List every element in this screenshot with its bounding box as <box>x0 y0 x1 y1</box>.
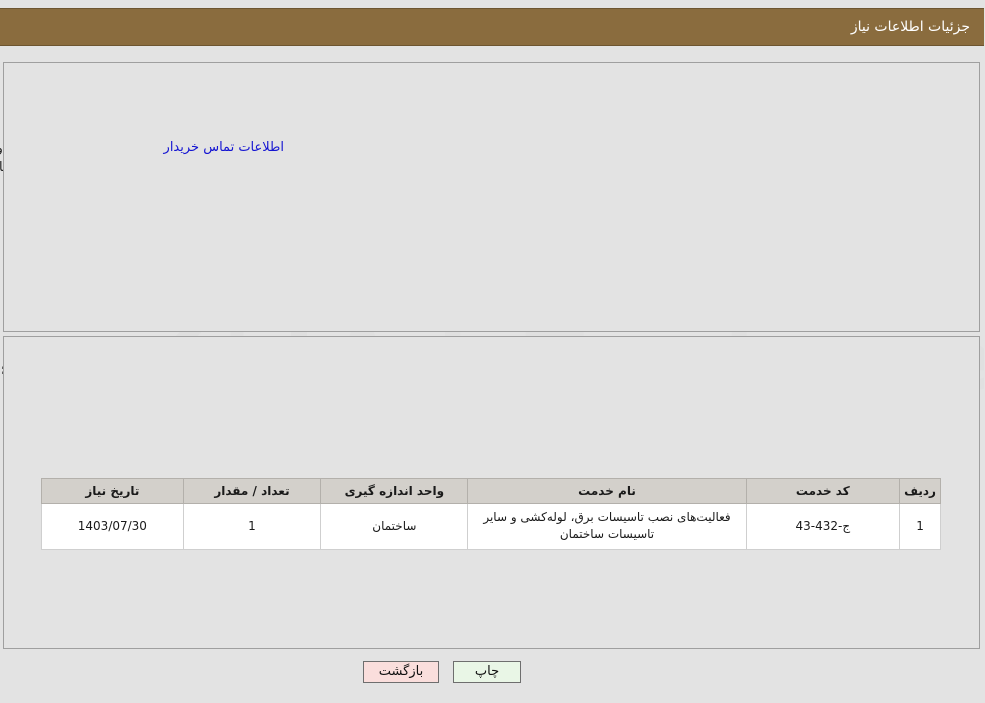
col-code: کد خدمت <box>746 478 902 504</box>
cell-unit: ساختمان <box>321 503 470 550</box>
cell-need-date: 1403/07/30 <box>42 503 185 550</box>
buyer-contact-link[interactable]: اطلاعات تماس خریدار <box>165 140 285 155</box>
services-table: ردیف کد خدمت نام خدمت واحد اندازه گیری ت… <box>42 478 942 550</box>
table-row: 1 ج-432-43 فعالیت‌های نصب تاسیسات برق، ل… <box>42 503 942 550</box>
page-header-bar: جزئیات اطلاعات نیاز <box>0 8 985 46</box>
page-title: جزئیات اطلاعات نیاز <box>851 19 971 35</box>
cell-row: 1 <box>900 503 942 550</box>
cell-name: فعالیت‌های نصب تاسیسات برق، لوله‌کشی و س… <box>468 503 748 550</box>
back-button[interactable]: بازگشت <box>364 661 440 683</box>
col-qty: تعداد / مقدار <box>183 478 323 504</box>
col-row: ردیف <box>900 478 942 504</box>
col-name: نام خدمت <box>468 478 748 504</box>
col-unit: واحد اندازه گیری <box>321 478 470 504</box>
need-summary-panel <box>4 62 981 332</box>
table-header-row: ردیف کد خدمت نام خدمت واحد اندازه گیری ت… <box>42 478 942 504</box>
print-button[interactable]: چاپ <box>454 661 522 683</box>
cell-code: ج-432-43 <box>746 503 902 550</box>
col-need-date: تاریخ نیاز <box>42 478 185 504</box>
cell-qty: 1 <box>183 503 323 550</box>
